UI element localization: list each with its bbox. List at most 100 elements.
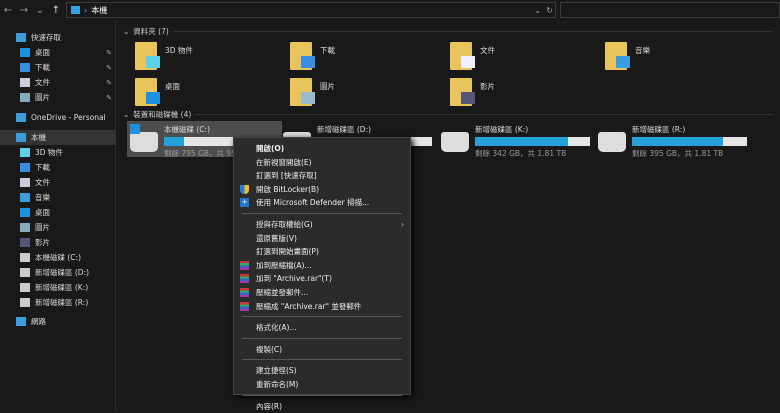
menu-item[interactable]: + 使用 Microsoft Defender 掃描...	[234, 196, 410, 209]
menu-item[interactable]: 釘選到 [快速存取]	[234, 169, 410, 182]
back-icon[interactable]: ←	[0, 5, 16, 16]
sidebar-item[interactable]: 新增磁碟區 (R:)	[0, 295, 116, 310]
folder-item[interactable]: 下載	[290, 42, 335, 70]
breadcrumb-separator: ›	[84, 5, 88, 15]
desktop-icon	[146, 92, 160, 104]
sidebar-item[interactable]: 影片	[0, 235, 116, 250]
sidebar-item-label: 本機磁碟 (C:)	[35, 253, 81, 262]
drive-usage-bar	[632, 137, 747, 146]
folder-item[interactable]: 3D 物件	[135, 42, 193, 70]
drive-name: 新增磁碟區 (R:)	[632, 125, 686, 134]
recent-dropdown-icon[interactable]: ⌄	[32, 5, 48, 16]
menu-item-label: 重新命名(M)	[256, 380, 299, 389]
menu-item[interactable]: 格式化(A)...	[234, 321, 410, 334]
sidebar-item[interactable]: OneDrive - Personal	[0, 110, 116, 125]
menu-item-label: 使用 Microsoft Defender 掃描...	[256, 198, 370, 208]
menu-item[interactable]: 加到 "Archive.rar"(T)	[234, 272, 410, 285]
drive-usage-bar	[475, 137, 590, 146]
folder-icon	[135, 78, 160, 106]
sidebar-item-label: 3D 物件	[35, 148, 63, 157]
sidebar-item-label: 本機	[31, 133, 46, 142]
drive-name: 新增磁碟區 (K:)	[475, 125, 529, 134]
download-icon	[20, 163, 30, 172]
menu-item[interactable]: 壓縮並發郵件...	[234, 286, 410, 299]
sidebar-item-label: 圖片	[35, 93, 50, 102]
menu-item-label: 壓縮並發郵件...	[256, 288, 309, 297]
drive-icon	[20, 283, 30, 292]
sidebar-item[interactable]: 3D 物件	[0, 145, 116, 160]
sidebar-item-label: 文件	[35, 178, 50, 187]
winrar-icon	[240, 260, 249, 270]
menu-item[interactable]: 授與存取權給(G) ›	[234, 218, 410, 231]
sidebar-item[interactable]: 桌面	[0, 205, 116, 220]
sidebar-item[interactable]: 本機	[0, 130, 116, 145]
winrar-icon	[240, 288, 249, 297]
sidebar: 快速存取 桌面 ✎ 下載 ✎ 文件 ✎ 圖片 ✎ OneDrive - Personal 本機 3D …	[0, 20, 116, 411]
folder-item[interactable]: 桌面	[135, 78, 180, 106]
sidebar-item-label: 新增磁碟區 (K:)	[35, 283, 89, 292]
sidebar-item[interactable]: 文件 ✎	[0, 75, 116, 90]
sidebar-item[interactable]: 桌面 ✎	[0, 45, 116, 60]
pin-icon[interactable]: ✎	[106, 49, 112, 57]
sidebar-item[interactable]: 下載	[0, 160, 116, 175]
pin-icon[interactable]: ✎	[106, 94, 112, 102]
menu-item[interactable]: 複製(C)	[234, 343, 410, 356]
folder-icon	[290, 78, 315, 106]
sidebar-item[interactable]: 圖片	[0, 220, 116, 235]
drive-item[interactable]: 新增磁碟區 (K:) 剩餘 342 GB，共 1.81 TB	[438, 121, 593, 158]
menu-item[interactable]: 重新命名(M)	[234, 378, 410, 391]
chevron-down-icon[interactable]: ⌄	[534, 6, 541, 15]
pin-icon[interactable]: ✎	[106, 79, 112, 87]
drive-item[interactable]: 新增磁碟區 (R:) 剩餘 395 GB，共 1.81 TB	[595, 121, 750, 158]
menu-separator	[242, 213, 402, 214]
sidebar-item[interactable]: 本機磁碟 (C:)	[0, 250, 116, 265]
forward-icon[interactable]: →	[16, 5, 32, 16]
document-icon	[20, 178, 30, 187]
folder-item[interactable]: 音樂	[605, 42, 650, 70]
sidebar-item[interactable]: 文件	[0, 175, 116, 190]
sidebar-item[interactable]: 新增磁碟區 (K:)	[0, 280, 116, 295]
menu-item[interactable]: 加到壓縮檔(A)...	[234, 259, 410, 272]
sidebar-item[interactable]: 快速存取	[0, 30, 116, 45]
sidebar-item[interactable]: 網路	[0, 314, 116, 329]
up-icon[interactable]: ↑	[48, 5, 64, 16]
menu-item-label: 壓縮成 "Archive.rar" 並發郵件	[256, 301, 362, 311]
sidebar-item[interactable]: 音樂	[0, 190, 116, 205]
sidebar-item[interactable]: 新增磁碟區 (D:)	[0, 265, 116, 280]
pin-icon[interactable]: ✎	[106, 64, 112, 72]
menu-item[interactable]: 開啟 BitLocker(B)	[234, 183, 410, 196]
folder-label: 音樂	[635, 46, 650, 55]
folder-item[interactable]: 文件	[450, 42, 495, 70]
drive-space-text: 剩餘 395 GB，共 1.81 TB	[632, 149, 724, 158]
menu-item[interactable]: 釘選到開始畫面(P)	[234, 245, 410, 258]
search-input[interactable]	[560, 2, 780, 18]
winrar-icon	[240, 301, 249, 311]
video-icon	[461, 92, 475, 104]
menu-item[interactable]: 建立捷徑(S)	[234, 364, 410, 377]
folder-icon	[290, 42, 315, 70]
folders-section-header[interactable]: ⌄ 資料夾 (7)	[123, 26, 773, 37]
menu-item-label: 內容(R)	[256, 401, 283, 411]
sidebar-item-label: 新增磁碟區 (D:)	[35, 268, 90, 277]
music-icon	[616, 56, 630, 68]
folder-item[interactable]: 圖片	[290, 78, 335, 106]
drive-space-text: 剩餘 342 GB，共 1.81 TB	[475, 149, 567, 158]
menu-item[interactable]: 還原舊版(V)	[234, 232, 410, 245]
sidebar-item-label: 音樂	[35, 193, 50, 202]
menu-item-label: 複製(C)	[256, 344, 283, 354]
folder-item[interactable]: 影片	[450, 78, 495, 106]
drives-section-header[interactable]: ⌄ 裝置和磁碟機 (4)	[123, 109, 773, 120]
sidebar-item[interactable]: 圖片 ✎	[0, 90, 116, 105]
refresh-icon[interactable]: ↻	[546, 6, 553, 15]
sidebar-item-label: 下載	[35, 63, 50, 72]
folder-label: 影片	[480, 82, 495, 91]
folder-label: 3D 物件	[165, 46, 193, 55]
sidebar-item[interactable]: 下載 ✎	[0, 60, 116, 75]
breadcrumb[interactable]: 本機	[91, 5, 107, 16]
menu-item[interactable]: 在新視窗開啟(E)	[234, 156, 410, 169]
address-bar[interactable]: › 本機 ⌄ ↻	[66, 2, 556, 18]
drive-icon	[441, 132, 469, 152]
drive-icon	[20, 253, 30, 262]
menu-item[interactable]: 壓縮成 "Archive.rar" 並發郵件	[234, 300, 410, 313]
menu-item[interactable]: 開啟(O)	[234, 142, 410, 155]
